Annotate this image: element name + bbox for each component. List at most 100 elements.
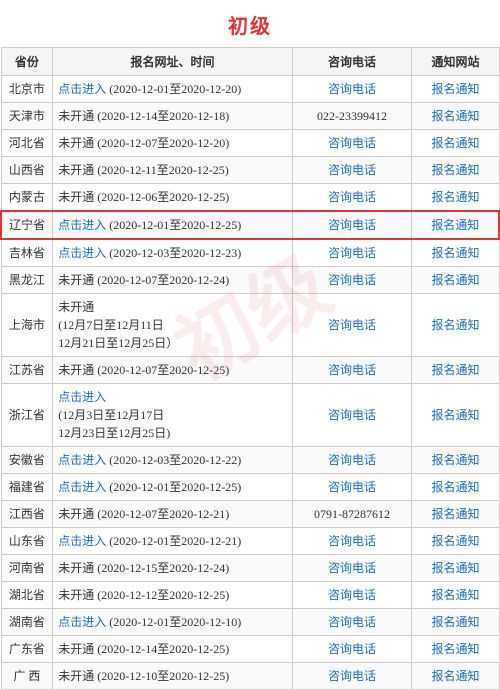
tel-link[interactable]: 咨询电话: [328, 588, 376, 602]
cell-province: 山西省: [1, 157, 53, 184]
reg-status: 未开通: [58, 642, 94, 656]
reg-time: (2020-12-14至2020-12-18): [97, 109, 229, 123]
notice-link[interactable]: 报名通知: [431, 453, 479, 467]
tel-link[interactable]: 咨询电话: [328, 408, 376, 422]
cell-reg: 点击进入 (2020-12-01至2020-12-25): [53, 211, 292, 239]
cell-notice: 报名通知: [412, 474, 499, 501]
tel-link[interactable]: 咨询电话: [328, 246, 376, 260]
reg-link[interactable]: 点击进入: [58, 480, 106, 494]
cell-reg: 未开通(12月7日至12月11日12月21日至12月25日）: [53, 294, 292, 357]
cell-tel: 咨询电话: [292, 663, 412, 690]
main-table: 省份 报名网址、时间 咨询电话 通知网站 北京市点击进入 (2020-12-01…: [0, 47, 500, 690]
cell-tel: 咨询电话: [292, 582, 412, 609]
reg-link[interactable]: 点击进入: [58, 82, 106, 96]
notice-link[interactable]: 报名通知: [431, 82, 479, 96]
reg-time: (2020-12-01至2020-12-20): [109, 82, 241, 96]
tel-link[interactable]: 咨询电话: [328, 190, 376, 204]
notice-link[interactable]: 报名通知: [431, 218, 479, 232]
notice-link[interactable]: 报名通知: [431, 190, 479, 204]
cell-province: 广东省: [1, 636, 53, 663]
cell-notice: 报名通知: [412, 76, 499, 103]
cell-reg: 未开通 (2020-12-11至2020-12-25): [53, 157, 292, 184]
cell-notice: 报名通知: [412, 528, 499, 555]
tel-link[interactable]: 咨询电话: [328, 273, 376, 287]
reg-time: (2020-12-07至2020-12-25): [97, 363, 229, 377]
reg-time: (2020-12-07至2020-12-24): [97, 273, 229, 287]
reg-link[interactable]: 点击进入: [58, 615, 106, 629]
tel-link[interactable]: 咨询电话: [328, 82, 376, 96]
cell-province: 黑龙江: [1, 267, 53, 294]
cell-reg: 未开通 (2020-12-14至2020-12-25): [53, 636, 292, 663]
tel-link[interactable]: 咨询电话: [328, 218, 376, 232]
reg-time: (2020-12-03至2020-12-23): [109, 246, 241, 260]
tel-link[interactable]: 咨询电话: [328, 642, 376, 656]
notice-link[interactable]: 报名通知: [431, 246, 479, 260]
cell-tel: 咨询电话: [292, 130, 412, 157]
notice-link[interactable]: 报名通知: [431, 408, 479, 422]
cell-tel: 咨询电话: [292, 528, 412, 555]
reg-time: (2020-12-10至2020-12-25): [97, 669, 229, 683]
notice-link[interactable]: 报名通知: [431, 507, 479, 521]
cell-reg: 未开通 (2020-12-10至2020-12-25): [53, 663, 292, 690]
header-tel: 咨询电话: [292, 48, 412, 76]
reg-time: (2020-12-03至2020-12-22): [109, 453, 241, 467]
cell-tel: 0791-87287612: [292, 501, 412, 528]
cell-tel: 022-23399412: [292, 103, 412, 130]
reg-time: (2020-12-12至2020-12-25): [97, 588, 229, 602]
cell-province: 广 西: [1, 663, 53, 690]
notice-link[interactable]: 报名通知: [431, 534, 479, 548]
cell-province: 湖南省: [1, 609, 53, 636]
tel-link[interactable]: 咨询电话: [328, 163, 376, 177]
cell-province: 湖北省: [1, 582, 53, 609]
cell-notice: 报名通知: [412, 157, 499, 184]
reg-time: (2020-12-06至2020-12-25): [97, 190, 229, 204]
cell-reg: 点击进入 (2020-12-01至2020-12-25): [53, 474, 292, 501]
tel-link[interactable]: 咨询电话: [328, 318, 376, 332]
notice-link[interactable]: 报名通知: [431, 642, 479, 656]
header-reg: 报名网址、时间: [53, 48, 292, 76]
header-notice: 通知网站: [412, 48, 499, 76]
tel-link[interactable]: 咨询电话: [328, 453, 376, 467]
cell-province: 河南省: [1, 555, 53, 582]
tel-link[interactable]: 咨询电话: [328, 363, 376, 377]
reg-link[interactable]: 点击进入: [58, 246, 106, 260]
cell-province: 内蒙古: [1, 184, 53, 212]
notice-link[interactable]: 报名通知: [431, 109, 479, 123]
reg-link[interactable]: 点击进入: [58, 218, 106, 232]
notice-link[interactable]: 报名通知: [431, 480, 479, 494]
notice-link[interactable]: 报名通知: [431, 561, 479, 575]
cell-reg: 点击进入(12月3日至12月17日12月23日至12月25日): [53, 384, 292, 447]
tel-link[interactable]: 咨询电话: [328, 136, 376, 150]
reg-link[interactable]: 点击进入: [58, 453, 106, 467]
cell-tel: 咨询电话: [292, 76, 412, 103]
cell-reg: 未开通 (2020-12-06至2020-12-25): [53, 184, 292, 212]
cell-notice: 报名通知: [412, 384, 499, 447]
cell-province: 天津市: [1, 103, 53, 130]
reg-status: 未开通: [58, 669, 94, 683]
reg-link[interactable]: 点击进入: [58, 534, 106, 548]
notice-link[interactable]: 报名通知: [431, 363, 479, 377]
cell-reg: 点击进入 (2020-12-01至2020-12-21): [53, 528, 292, 555]
notice-link[interactable]: 报名通知: [431, 615, 479, 629]
tel-link[interactable]: 咨询电话: [328, 561, 376, 575]
notice-link[interactable]: 报名通知: [431, 669, 479, 683]
reg-time: (2020-12-14至2020-12-25): [97, 642, 229, 656]
cell-province: 上海市: [1, 294, 53, 357]
tel-link[interactable]: 咨询电话: [328, 615, 376, 629]
tel-link[interactable]: 咨询电话: [328, 669, 376, 683]
cell-notice: 报名通知: [412, 636, 499, 663]
notice-link[interactable]: 报名通知: [431, 318, 479, 332]
cell-province: 河北省: [1, 130, 53, 157]
notice-link[interactable]: 报名通知: [431, 273, 479, 287]
tel-link[interactable]: 咨询电话: [328, 534, 376, 548]
cell-tel: 咨询电话: [292, 294, 412, 357]
reg-status: 未开通: [58, 363, 94, 377]
cell-reg: 点击进入 (2020-12-03至2020-12-23): [53, 239, 292, 267]
reg-time: (2020-12-07至2020-12-20): [97, 136, 229, 150]
tel-link[interactable]: 咨询电话: [328, 480, 376, 494]
notice-link[interactable]: 报名通知: [431, 588, 479, 602]
notice-link[interactable]: 报名通知: [431, 136, 479, 150]
reg-status: 未开通: [58, 561, 94, 575]
notice-link[interactable]: 报名通知: [431, 163, 479, 177]
cell-province: 吉林省: [1, 239, 53, 267]
